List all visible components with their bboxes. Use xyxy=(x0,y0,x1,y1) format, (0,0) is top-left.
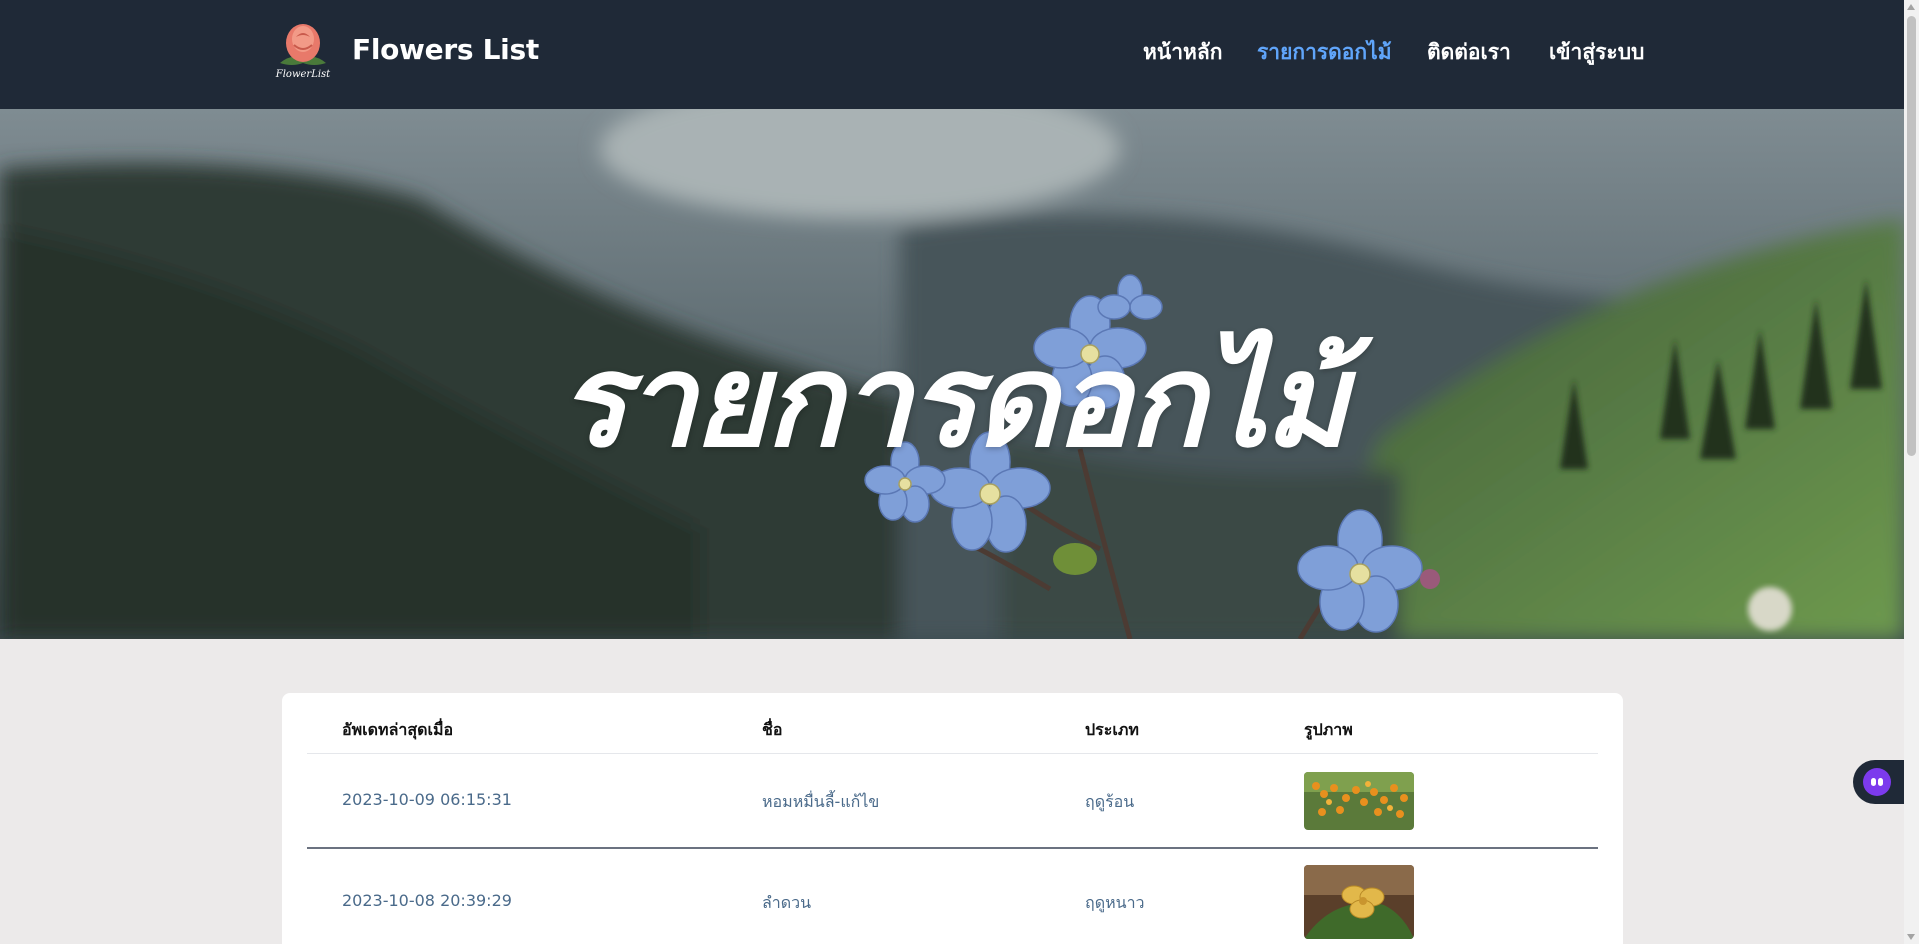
scrollbar-thumb[interactable] xyxy=(1907,16,1916,456)
logo-text: FlowerList xyxy=(275,69,331,80)
rose-logo-icon[interactable]: FlowerList xyxy=(272,19,334,81)
site-header: FlowerList Flowers List หน้าหลัก รายการด… xyxy=(0,0,1904,109)
cell-updated: 2023-10-08 20:39:29 xyxy=(342,891,512,910)
nav-login[interactable]: เข้าสู่ระบบ xyxy=(1549,36,1644,69)
robot-face-icon xyxy=(1863,768,1891,796)
cell-type: ฤดูหนาว xyxy=(1085,893,1145,912)
robot-eye-left xyxy=(1871,778,1876,786)
hero-banner: รายการดอกไม้ xyxy=(0,109,1904,639)
column-header-name: ชื่อ xyxy=(762,720,783,739)
scroll-down-arrow-icon[interactable] xyxy=(1907,934,1915,940)
hero-title: รายการดอกไม้ xyxy=(558,327,1349,476)
column-header-updated: อัพเดทล่าสุดเมื่อ xyxy=(342,720,454,739)
robot-eye-right xyxy=(1878,778,1883,786)
row-divider xyxy=(307,847,1598,849)
header-divider xyxy=(307,753,1598,754)
page-scrollbar[interactable] xyxy=(1904,0,1919,944)
yellow-flower-thumbnail[interactable] xyxy=(1304,865,1414,939)
cell-name: หอมหมื่นลี้-แก้ไข xyxy=(762,792,880,811)
scroll-up-arrow-icon[interactable] xyxy=(1907,4,1915,10)
cell-name: ลำดวน xyxy=(762,893,812,912)
flower-table-card: อัพเดทล่าสุดเมื่อ ชื่อ ประเภท รูปภาพ 202… xyxy=(282,693,1623,944)
orange-flower-thumbnail[interactable] xyxy=(1304,772,1414,830)
brand-title[interactable]: Flowers List xyxy=(352,33,539,66)
cell-updated: 2023-10-09 06:15:31 xyxy=(342,790,512,809)
nav-contact[interactable]: ติดต่อเรา xyxy=(1427,36,1511,69)
cell-type: ฤดูร้อน xyxy=(1085,792,1135,811)
nav-home[interactable]: หน้าหลัก xyxy=(1143,36,1222,69)
nav-flower-list[interactable]: รายการดอกไม้ xyxy=(1257,36,1392,69)
column-header-image: รูปภาพ xyxy=(1304,720,1353,739)
column-header-type: ประเภท xyxy=(1085,720,1139,739)
